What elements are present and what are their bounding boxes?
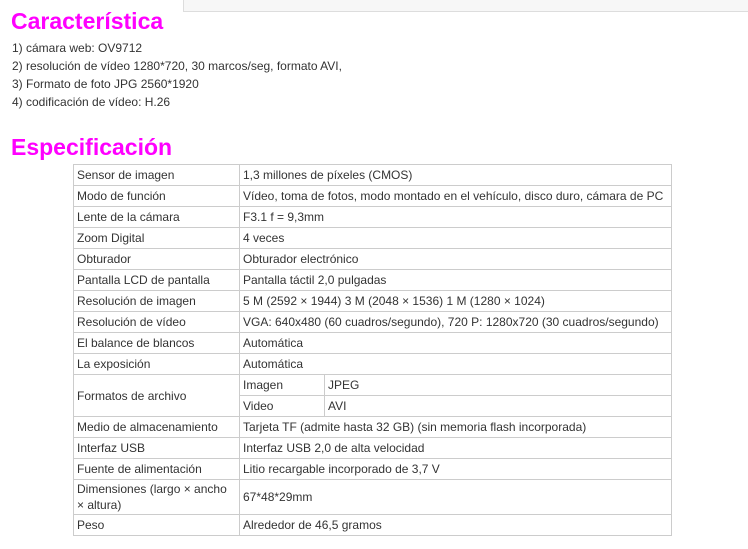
spec-key: Dimensiones (largo × ancho × altura) — [73, 479, 240, 515]
top-tab-strip — [183, 0, 748, 12]
table-row: Zoom Digital 4 veces — [73, 227, 672, 249]
table-row: Modo de función Vídeo, toma de fotos, mo… — [73, 185, 672, 207]
spec-value: Litio recargable incorporado de 3,7 V — [239, 458, 672, 480]
spec-key: La exposición — [73, 353, 240, 375]
features-list: 1) cámara web: OV9712 2) resolución de v… — [12, 39, 342, 111]
spec-value: Obturador electrónico — [239, 248, 672, 270]
spec-value: F3.1 f = 9,3mm — [239, 206, 672, 228]
table-row: Peso Alrededor de 46,5 gramos — [73, 514, 672, 536]
table-row: Resolución de imagen 5 M (2592 × 1944) 3… — [73, 290, 672, 312]
tab-strip-left[interactable] — [183, 0, 373, 12]
table-row: Interfaz USB Interfaz USB 2,0 de alta ve… — [73, 437, 672, 459]
table-row: Sensor de imagen 1,3 millones de píxeles… — [73, 164, 672, 186]
spec-sub-value: JPEG — [324, 374, 672, 396]
spec-value: 5 M (2592 × 1944) 3 M (2048 × 1536) 1 M … — [239, 290, 672, 312]
spec-key: Zoom Digital — [73, 227, 240, 249]
spec-value: Vídeo, toma de fotos, modo montado en el… — [239, 185, 672, 207]
spec-value: Automática — [239, 332, 672, 354]
table-row: Obturador Obturador electrónico — [73, 248, 672, 270]
spec-value: 67*48*29mm — [239, 479, 672, 515]
spec-sub-label: Imagen — [239, 374, 325, 396]
spec-key: Lente de la cámara — [73, 206, 240, 228]
spec-key: Formatos de archivo — [73, 374, 240, 417]
spec-sub-value: AVI — [324, 395, 672, 417]
table-row: Formatos de archivo Imagen JPEG — [73, 374, 672, 417]
feature-item: 3) Formato de foto JPG 2560*1920 — [12, 77, 199, 91]
spec-sub-label: Video — [239, 395, 325, 417]
table-row: El balance de blancos Automática — [73, 332, 672, 354]
tab-strip-right[interactable] — [372, 0, 748, 12]
spec-value: Pantalla táctil 2,0 pulgadas — [239, 269, 672, 291]
spec-key: Modo de función — [73, 185, 240, 207]
table-row: Pantalla LCD de pantalla Pantalla táctil… — [73, 269, 672, 291]
spec-key: Fuente de alimentación — [73, 458, 240, 480]
spec-key: Pantalla LCD de pantalla — [73, 269, 240, 291]
spec-key: Medio de almacenamiento — [73, 416, 240, 438]
spec-value: 1,3 millones de píxeles (CMOS) — [239, 164, 672, 186]
feature-item: 1) cámara web: OV9712 — [12, 41, 143, 55]
table-row: Dimensiones (largo × ancho × altura) 67*… — [73, 479, 672, 515]
spec-value: 4 veces — [239, 227, 672, 249]
table-row: Fuente de alimentación Litio recargable … — [73, 458, 672, 480]
spec-key: Resolución de vídeo — [73, 311, 240, 333]
spec-key: Interfaz USB — [73, 437, 240, 459]
specification-heading: Especificación — [11, 134, 173, 160]
table-row: Resolución de vídeo VGA: 640x480 (60 cua… — [73, 311, 672, 333]
spec-value: Automática — [239, 353, 672, 375]
spec-key: Peso — [73, 514, 240, 536]
spec-value: Tarjeta TF (admite hasta 32 GB) (sin mem… — [239, 416, 672, 438]
spec-key: Resolución de imagen — [73, 290, 240, 312]
spec-key: Sensor de imagen — [73, 164, 240, 186]
table-row: Lente de la cámara F3.1 f = 9,3mm — [73, 206, 672, 228]
spec-key: El balance de blancos — [73, 332, 240, 354]
table-row: Medio de almacenamiento Tarjeta TF (admi… — [73, 416, 672, 438]
table-row: La exposición Automática — [73, 353, 672, 375]
spec-key: Obturador — [73, 248, 240, 270]
spec-value: Alrededor de 46,5 gramos — [239, 514, 672, 536]
feature-item: 2) resolución de vídeo 1280*720, 30 marc… — [12, 59, 342, 73]
specification-table: Sensor de imagen 1,3 millones de píxeles… — [73, 164, 672, 536]
feature-item: 4) codificación de vídeo: H.26 — [12, 95, 171, 109]
spec-value: VGA: 640x480 (60 cuadros/segundo), 720 P… — [239, 311, 672, 333]
spec-value: Interfaz USB 2,0 de alta velocidad — [239, 437, 672, 459]
features-heading: Característica — [11, 8, 164, 34]
